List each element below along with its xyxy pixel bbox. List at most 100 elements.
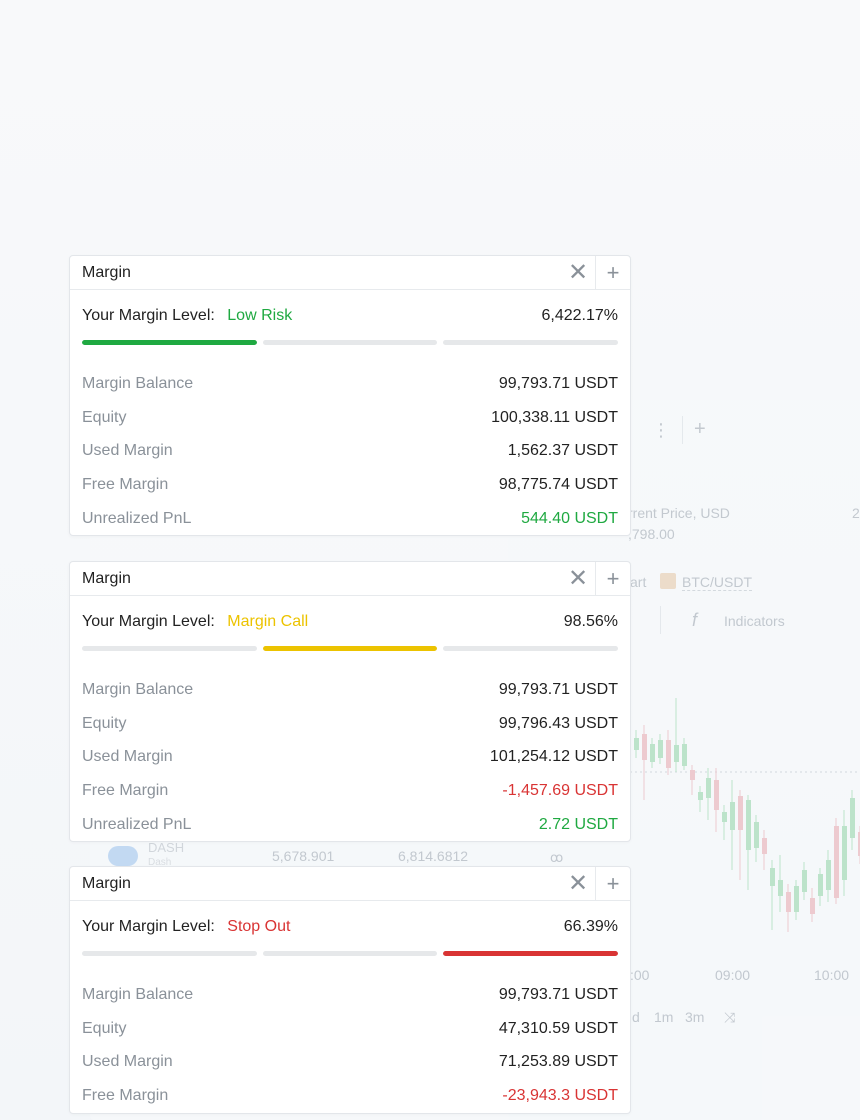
candle-body <box>802 870 807 892</box>
margin-level-label: Your Margin Level: <box>82 307 215 324</box>
close-icon[interactable]: ✕ <box>561 562 595 596</box>
coin-value: 6,814.6812 <box>398 848 469 864</box>
more-options-icon[interactable]: ⋮ <box>652 420 671 441</box>
stat-label: Equity <box>82 1019 127 1037</box>
margin-level-status: Stop Out <box>227 918 291 935</box>
candlestick-chart[interactable] <box>630 650 860 960</box>
stat-row: Margin Balance 99,793.71 USDT <box>82 673 618 707</box>
candle-body <box>706 778 711 798</box>
close-icon[interactable]: ✕ <box>561 867 595 901</box>
close-icon[interactable]: ✕ <box>561 256 595 290</box>
stat-value: 99,793.71 USDT <box>498 374 618 392</box>
stat-value: 100,338.11 USDT <box>491 408 618 426</box>
candle-body <box>722 812 727 822</box>
pair-icon <box>660 573 676 589</box>
stat-value: 101,254.12 USDT <box>489 748 618 766</box>
indicators-button[interactable]: Indicators <box>724 613 785 629</box>
stat-row: Free Margin -1,457.69 USDT <box>82 774 618 808</box>
candle-body <box>634 738 639 750</box>
stat-row: Used Margin 101,254.12 USDT <box>82 740 618 774</box>
stat-row: Free Margin -23,943.3 USDT <box>82 1079 618 1113</box>
pair-selector[interactable]: BTC/USDT <box>682 574 752 591</box>
margin-level-row: Your Margin Level: Stop Out 66.39% <box>82 901 618 951</box>
margin-level-label: Your Margin Level: <box>82 613 215 630</box>
widget-header: Margin ✕ + <box>70 561 630 596</box>
add-icon[interactable]: + <box>596 256 630 290</box>
timeframe-option[interactable]: d <box>632 1009 640 1025</box>
stat-value: 98,775.74 USDT <box>498 475 618 493</box>
toolbar-divider <box>682 416 683 444</box>
time-label: 09:00 <box>715 967 751 983</box>
stat-value: -23,943.3 USDT <box>502 1086 618 1104</box>
candle-body <box>730 802 735 830</box>
timeframe-option[interactable]: 3m <box>685 1009 704 1025</box>
stat-value: 47,310.59 USDT <box>498 1019 618 1037</box>
stat-row: Unrealized PnL 2.72 USDT <box>82 808 618 842</box>
current-price-label: rrent Price, USD <box>628 505 730 521</box>
candle-body <box>650 744 655 762</box>
margin-widget: Margin ✕ + Your Margin Level: Low Risk 6… <box>69 255 631 537</box>
risk-meter <box>82 646 619 651</box>
margin-level-label: Your Margin Level: <box>82 918 215 935</box>
add-icon[interactable]: + <box>596 562 630 596</box>
candle-body <box>826 860 831 890</box>
margin-widget: Margin ✕ + Your Margin Level: Margin Cal… <box>69 561 631 843</box>
margin-level-row: Your Margin Level: Margin Call 98.56% <box>82 596 618 646</box>
stat-label: Margin Balance <box>82 374 194 392</box>
candle-body <box>834 826 839 898</box>
time-label: :00 <box>630 967 650 983</box>
candle-body <box>738 796 743 830</box>
risk-meter <box>82 340 619 345</box>
coin-value: 5,678.901 <box>272 848 335 864</box>
candle-body <box>810 898 815 914</box>
chart-style-icon[interactable]: ⤨ <box>724 1009 735 1026</box>
stat-value: 71,253.89 USDT <box>498 1053 618 1071</box>
stat-row: Margin Balance 99,793.71 USDT <box>82 978 618 1012</box>
risk-segment-low <box>82 646 257 651</box>
stat-label: Free Margin <box>82 1086 169 1104</box>
candle-body <box>698 792 703 800</box>
candle-body <box>674 745 679 762</box>
stat-label: Free Margin <box>82 781 169 799</box>
margin-level-status: Margin Call <box>227 613 309 630</box>
chart-tab[interactable]: art <box>630 574 646 590</box>
stat-label: Equity <box>82 408 127 426</box>
stat-value: 99,793.71 USDT <box>498 985 618 1003</box>
add-icon[interactable]: + <box>596 867 630 901</box>
timeframe-option[interactable]: 1m <box>654 1009 673 1025</box>
coin-name: DASH <box>148 840 185 855</box>
stat-row: Equity 47,310.59 USDT <box>82 1012 618 1046</box>
candle-body <box>714 780 719 810</box>
trade-icon[interactable]: ꝏ <box>550 850 563 866</box>
stat-label: Free Margin <box>82 475 169 493</box>
margin-level-percent: 66.39% <box>563 918 618 935</box>
stat-label: Used Margin <box>82 1053 173 1071</box>
risk-segment-call <box>262 951 438 956</box>
candle-body <box>786 892 791 912</box>
widget-body: Your Margin Level: Low Risk 6,422.17% Ma… <box>70 290 630 535</box>
toolbar-divider <box>660 606 661 634</box>
candle-body <box>794 886 799 912</box>
candle-body <box>658 740 663 758</box>
widget-title: Margin <box>82 263 131 281</box>
widget-header: Margin ✕ + <box>70 866 630 901</box>
stat-row: Used Margin 71,253.89 USDT <box>82 1045 618 1079</box>
candle-body <box>642 734 647 760</box>
stats-list: Margin Balance 99,793.71 USDT Equity 99,796… <box>82 673 618 841</box>
stat-label: Unrealized PnL <box>82 509 192 527</box>
risk-segment-stop <box>443 646 619 651</box>
candle-body <box>754 822 759 848</box>
risk-segment-low <box>82 951 257 956</box>
add-widget-icon[interactable]: + <box>694 418 706 441</box>
stat-label: Equity <box>82 714 127 732</box>
widget-body: Your Margin Level: Margin Call 98.56% Ma… <box>70 596 630 841</box>
coin-icon <box>108 846 138 866</box>
stat-row: Unrealized PnL 544.40 USDT <box>82 502 618 536</box>
candle-body <box>778 880 783 896</box>
stat-label: Used Margin <box>82 442 173 460</box>
stat-label: Margin Balance <box>82 985 194 1003</box>
candle-body <box>666 740 671 768</box>
stat-value: 544.40 USDT <box>521 509 618 527</box>
stats-list: Margin Balance 99,793.71 USDT Equity 47,310… <box>82 978 618 1113</box>
stat-value: -1,457.69 USDT <box>502 781 618 799</box>
